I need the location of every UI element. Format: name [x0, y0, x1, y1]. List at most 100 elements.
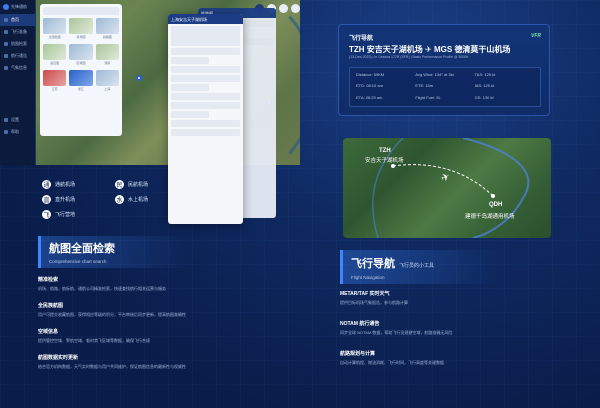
feature-desc: 结合官方机构数据，天气实时数据与用户共同维护，保证航图信息的最新性与权威性	[38, 364, 186, 369]
sidebar-item-prep[interactable]: 飞行准备	[0, 26, 35, 38]
stat-ete: ETE: 15m	[415, 83, 434, 89]
section-title-row: 飞行导航 飞行员的小工具	[351, 254, 492, 272]
stat-ias: IAS: 125 kt	[474, 83, 495, 89]
departure-point	[391, 164, 395, 168]
feature-item: NOTAM 航行通告 同步全球 NOTAM 数据，帮助飞行员规避空域，航路准确无…	[340, 320, 452, 336]
stat-distance: Distance: 59KM	[356, 72, 385, 77]
detail-row	[171, 84, 209, 91]
legend-item[interactable]: 飞飞行营地	[42, 210, 109, 219]
help-icon	[4, 130, 8, 134]
section-subtitle: Comprehensive chart search	[49, 259, 107, 264]
feature-item: 航路规划与计算 自动计算航程、燃油消耗、飞行时间，飞行高度等关键数据	[340, 350, 444, 366]
map-boundary	[462, 138, 530, 238]
flight-route: TZH 安吉天子湖机场 ✈ MGS 德清莫干山机场	[349, 44, 510, 55]
sidebar-item-home[interactable]: 首页	[0, 14, 35, 26]
route-map-svg: ✈	[372, 138, 530, 238]
feature-title: 空域信息	[38, 329, 59, 335]
stat-eta: ETA: 08:25 am	[356, 94, 383, 100]
chart-card[interactable]: 区域图	[69, 44, 93, 67]
detail-row	[171, 57, 209, 64]
airport-type-legend: 通通航机场 民民航机场 直直升机场 水水上机场 飞飞行营地	[42, 180, 182, 219]
chart-thumb	[95, 18, 119, 34]
chart-card[interactable]: 通用	[95, 44, 119, 67]
feature-item: 空域信息 提供管控空域、警航空域、临时禁飞区域等数据，确保飞行合规	[38, 328, 150, 344]
chart-thumb	[95, 70, 119, 86]
chart-label: 上海	[104, 87, 111, 91]
sidebar-item-weather[interactable]: 气象信息	[0, 62, 35, 74]
feature-desc: 自动计算航程、燃油消耗、飞行时间，飞行高度等关键数据	[340, 360, 444, 365]
stat-fuel: Flight Fuel: 9L	[415, 94, 441, 100]
chart-label: 浙江	[77, 87, 84, 91]
legend-item[interactable]: 通通航机场	[42, 180, 109, 189]
map-departure-name: 安吉天子湖机场	[365, 158, 404, 164]
sidebar-item-charts[interactable]: 航图检索	[0, 38, 35, 50]
feature-title: NOTAM 航行通告	[340, 321, 380, 327]
arrival-code: MGS	[433, 45, 453, 54]
chart-label: 机场图	[76, 35, 86, 39]
flight-rule-badge: VFR	[531, 33, 541, 39]
stat-gs: GS: 130 kt	[474, 94, 494, 100]
locate-icon[interactable]	[279, 4, 288, 13]
arrival-name: 德清莫干山机场	[454, 45, 511, 54]
plane-icon: ✈	[425, 45, 434, 54]
sidebar-label: 首页	[11, 17, 19, 22]
chart-card[interactable]: 江苏	[43, 70, 67, 93]
feature-desc: 提供目标机场气象报告，参与航路计算	[340, 300, 408, 305]
sidebar-label: 设置	[11, 117, 19, 122]
flight-nav-section-header: 飞行导航 飞行员的小工具 Flight Navigation	[340, 250, 500, 284]
chart-search-section-header: 航图全面检索 Comprehensive chart search	[38, 236, 188, 268]
stat-etd: ETD: 08:10 am	[356, 83, 383, 89]
sidebar-item-settings[interactable]: 设置	[0, 114, 35, 126]
chart-thumb	[95, 44, 119, 60]
detail-row	[171, 102, 240, 109]
chart-card[interactable]: 全国航图	[43, 18, 67, 41]
sidebar-label: 气象信息	[11, 65, 27, 70]
chart-card[interactable]: 进近图	[43, 44, 67, 67]
sidebar-item-help[interactable]: 帮助	[0, 126, 35, 138]
sidebar-item-notam[interactable]: 航行通告	[0, 50, 35, 62]
logo-icon	[3, 4, 9, 10]
feature-item: METAR/TAF 实时天气 提供目标机场气象报告，参与航路计算	[340, 290, 408, 306]
civil-airport-icon: 民	[115, 180, 124, 189]
feature-desc: 机场、航路、航标航、通航公司精准检索，快速查找航行相关运营与服务	[38, 286, 166, 291]
chart-card[interactable]: 浙江	[69, 70, 93, 93]
map-icon	[4, 42, 8, 46]
feature-title: 精准检索	[38, 277, 59, 283]
user-icon[interactable]	[291, 4, 300, 13]
airport-marker[interactable]	[136, 75, 142, 81]
app-brand: 先锋通航	[11, 4, 27, 9]
chart-label: 区域图	[76, 61, 86, 65]
feature-title: 航图数据实时更新	[38, 355, 79, 361]
feature-desc: 提供管控空域、警航空域、临时禁飞区域等数据，确保飞行合规	[38, 338, 150, 343]
chart-card[interactable]: 航路图	[95, 18, 119, 41]
feature-title: 航路规划与计算	[340, 351, 376, 357]
arrival-point	[491, 194, 495, 198]
chart-grid: 全国航图 机场图 航路图 进近图 区域图 通用 江苏 浙江 上海	[40, 18, 122, 93]
chart-thumb	[43, 44, 67, 60]
detail-row	[171, 66, 240, 73]
plane-icon	[4, 30, 8, 34]
legend-item[interactable]: 水水上机场	[115, 195, 182, 204]
chart-search-input[interactable]	[43, 7, 119, 15]
chart-list-panel: 全国航图 机场图 航路图 进近图 区域图 通用 江苏 浙江 上海	[40, 4, 122, 136]
chart-card[interactable]: 上海	[95, 70, 119, 93]
app-logo: 先锋通航	[0, 0, 35, 14]
legend-item[interactable]: 直直升机场	[42, 195, 109, 204]
chart-label: 通用	[104, 61, 111, 65]
chart-card[interactable]: 机场图	[69, 18, 93, 41]
seaplane-base-icon: 水	[115, 195, 124, 204]
flight-camp-icon: 飞	[42, 210, 51, 219]
route-map-preview[interactable]: ✈ TZH 安吉天子湖机场 QDH 建德千岛湖通用机场	[343, 138, 551, 238]
flight-subtitle: (13-Dec-2023) | in Cessna 172R (SFR) | B…	[349, 55, 469, 59]
detail-row	[171, 111, 209, 118]
legend-label: 民航机场	[128, 182, 149, 188]
flight-plan-card: 飞行导航 VFR TZH 安吉天子湖机场 ✈ MGS 德清莫干山机场 (13-D…	[338, 24, 550, 116]
flight-card-title: 飞行导航	[349, 36, 374, 42]
plane-icon: ✈	[440, 171, 452, 185]
feature-title: METAR/TAF 实时天气	[340, 291, 390, 297]
map-departure-code: TZH	[379, 148, 391, 154]
feature-item: 航图数据实时更新 结合官方机构数据，天气实时数据与用户共同维护，保证航图信息的最…	[38, 354, 186, 370]
map-arrival-name: 建德千岛湖通用机场	[465, 214, 515, 220]
legend-item[interactable]: 民民航机场	[115, 180, 182, 189]
chart-thumb	[69, 70, 93, 86]
